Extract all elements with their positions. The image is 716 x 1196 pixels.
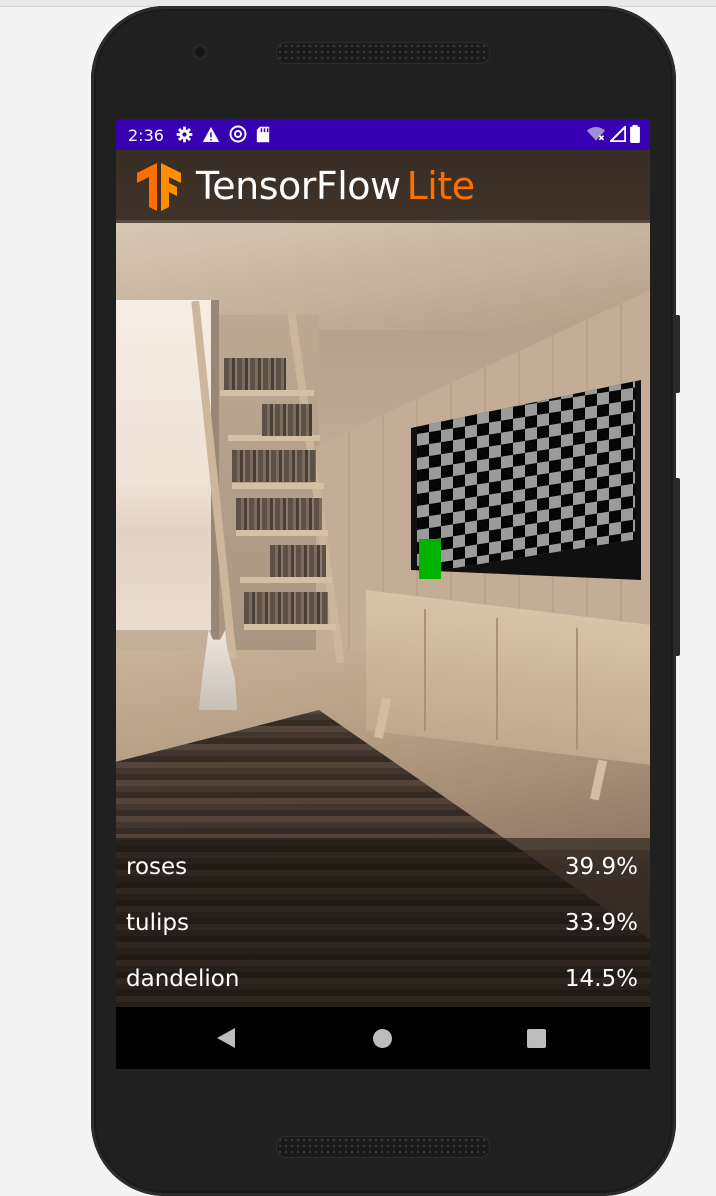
books xyxy=(244,592,328,624)
back-icon[interactable] xyxy=(217,1028,235,1048)
books xyxy=(270,545,326,577)
brand-main-text: TensorFlow xyxy=(196,164,401,208)
status-bar: 2:36 xyxy=(116,119,650,150)
books xyxy=(232,450,316,482)
result-row: dandelion 14.5% xyxy=(126,966,638,1006)
result-row: roses 39.9% xyxy=(126,854,638,894)
shelf xyxy=(220,390,314,396)
tv-panel xyxy=(411,380,641,580)
result-label: tulips xyxy=(126,910,189,936)
app-title: TensorFlow Lite xyxy=(196,164,475,208)
status-notification-icons xyxy=(176,125,270,143)
shelf xyxy=(244,624,336,630)
phone-screen: 2:36 TensorFlow Lite roses 39.9% tulips … xyxy=(116,119,650,1069)
tensorflow-logo-icon xyxy=(137,163,181,211)
home-icon[interactable] xyxy=(373,1029,392,1048)
power-button xyxy=(674,315,680,393)
status-time: 2:36 xyxy=(128,126,164,145)
result-score: 39.9% xyxy=(564,854,638,880)
app-bar: TensorFlow Lite xyxy=(116,150,650,223)
checkerboard-pattern xyxy=(417,380,635,574)
bottom-speaker xyxy=(276,1136,490,1158)
shelf xyxy=(236,530,328,536)
shelf xyxy=(232,483,324,489)
tv-screen-checkerboard xyxy=(411,380,641,580)
status-system-icons xyxy=(586,125,640,143)
navigation-bar xyxy=(116,1007,650,1069)
cabinet-divider xyxy=(496,617,498,741)
warning-icon xyxy=(202,126,220,142)
result-score: 33.9% xyxy=(564,910,638,936)
result-label: dandelion xyxy=(126,966,240,992)
books xyxy=(224,358,286,390)
books xyxy=(236,498,322,530)
sd-card-icon xyxy=(256,126,270,142)
battery-icon xyxy=(630,125,640,143)
books xyxy=(262,404,312,436)
result-row: tulips 33.9% xyxy=(126,910,638,950)
front-camera xyxy=(192,44,208,60)
top-speaker xyxy=(276,42,490,64)
recents-icon[interactable] xyxy=(527,1029,546,1048)
result-score: 14.5% xyxy=(564,966,638,992)
shelf xyxy=(240,577,332,583)
cabinet-divider xyxy=(424,609,426,732)
cell-signal-icon xyxy=(610,126,626,142)
volume-button xyxy=(674,478,680,656)
classification-results: roses 39.9% tulips 33.9% dandelion 14.5% xyxy=(116,838,650,1007)
brand-lite-text: Lite xyxy=(406,164,476,208)
result-label: roses xyxy=(126,854,188,880)
green-marker xyxy=(419,539,441,579)
at-sign-icon xyxy=(229,125,247,143)
wifi-icon xyxy=(586,127,606,141)
settings-icon xyxy=(176,126,193,142)
cabinet-divider xyxy=(576,627,578,751)
